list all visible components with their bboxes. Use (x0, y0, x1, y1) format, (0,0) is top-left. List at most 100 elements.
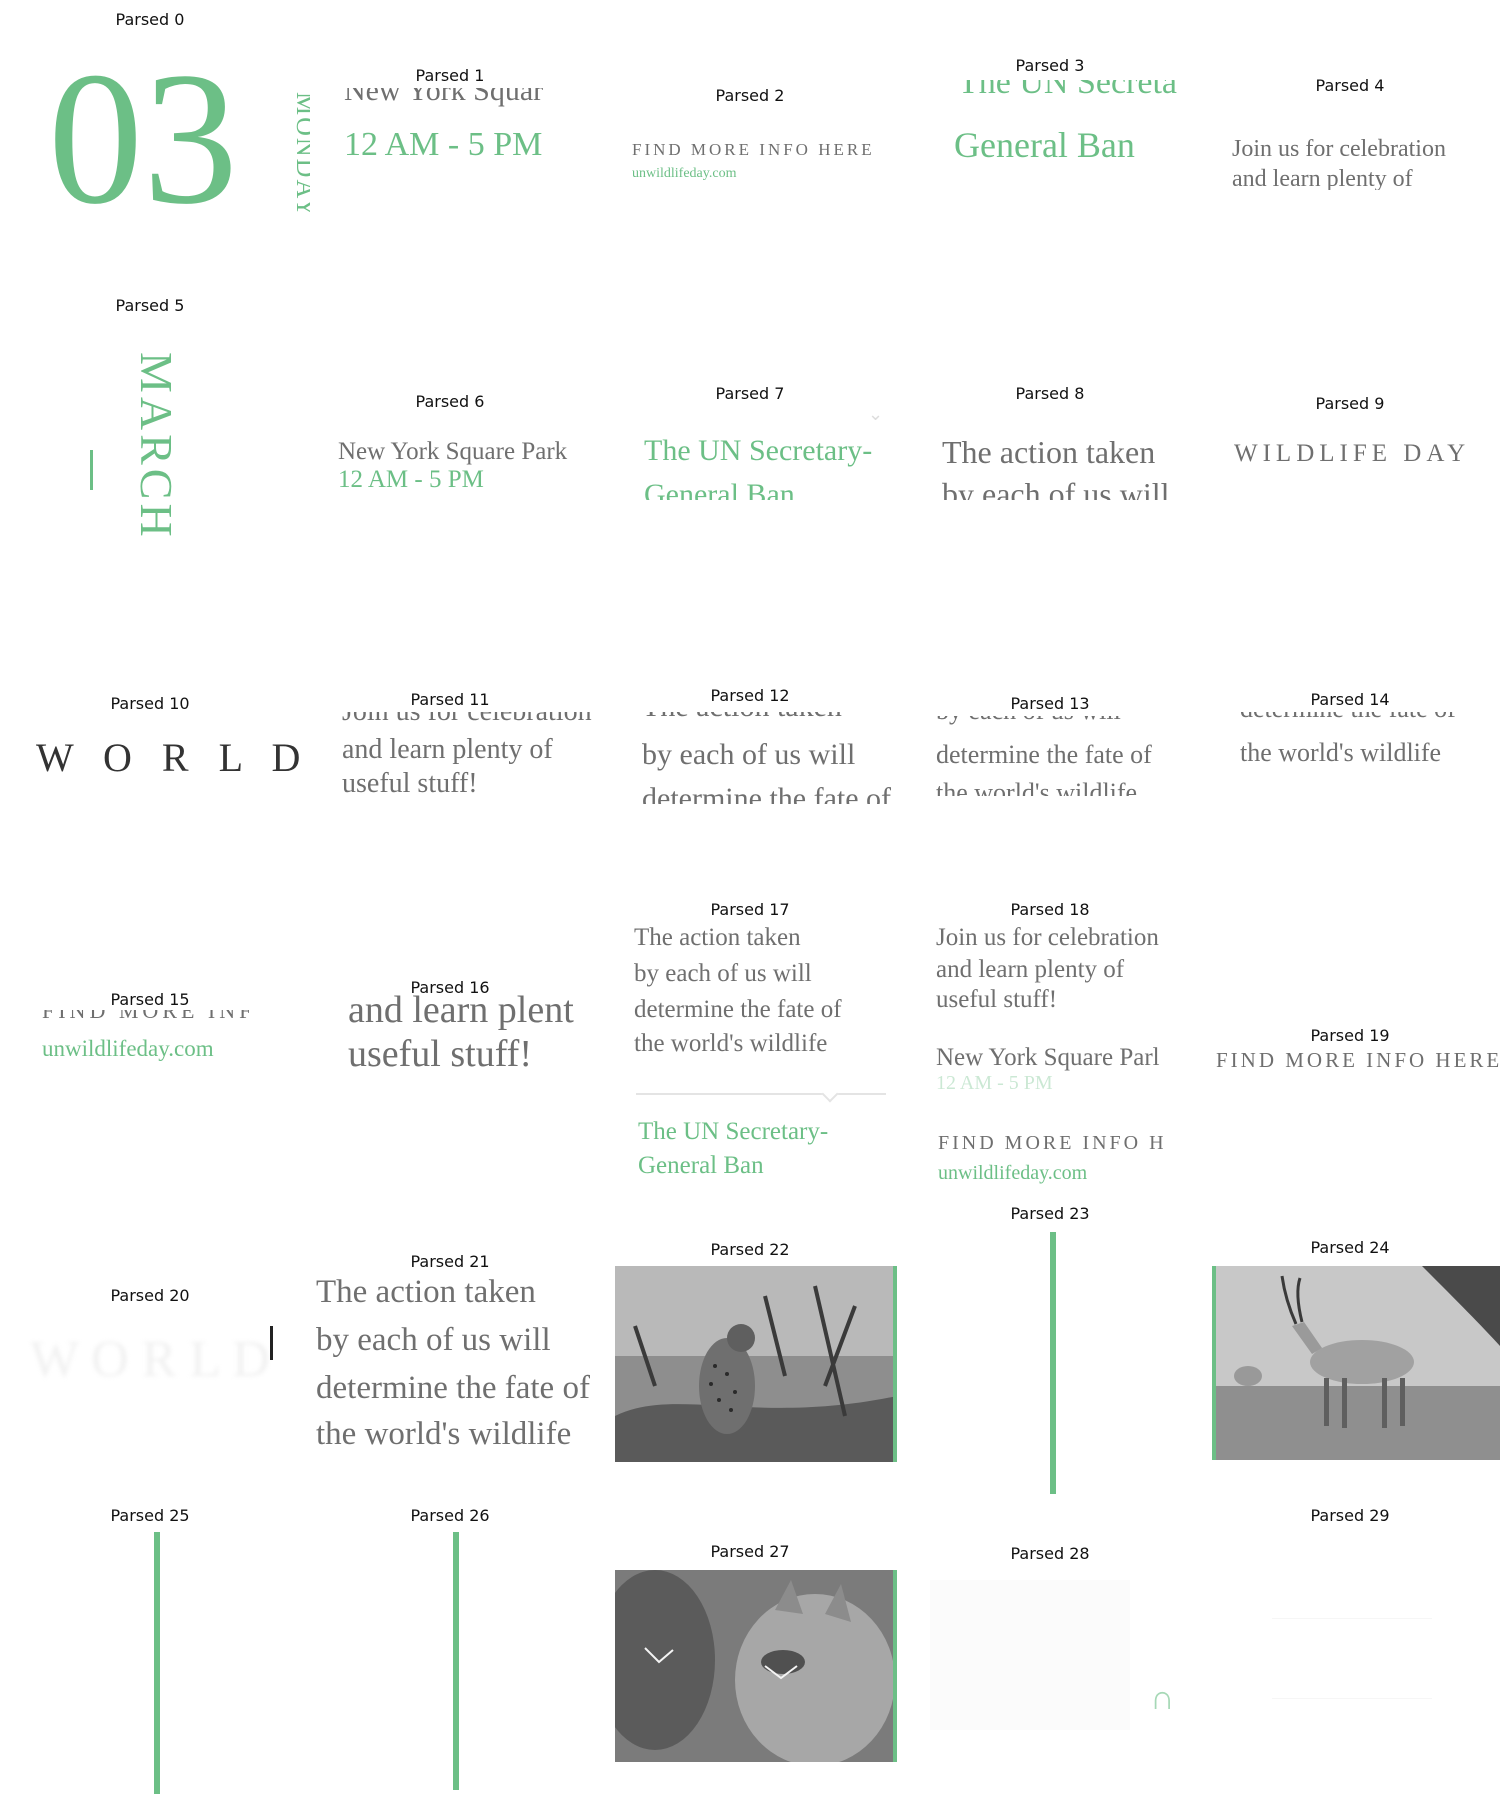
crop-20: W O R L D (20, 1310, 310, 1420)
crop-11: Join us for celebration and learn plenty… (330, 712, 600, 808)
url-text[interactable]: unwildlifeday.com (632, 166, 736, 180)
faint-row (1272, 1540, 1432, 1619)
faint-icon: ∩ (1150, 1680, 1175, 1717)
un-title-line1: The UN Secretary- (638, 1118, 829, 1145)
action-line-4: the world's wildlife (316, 1416, 572, 1452)
join-line-1: Join us for celebration (342, 712, 592, 728)
label-6: Parsed 6 (415, 392, 485, 411)
crop-2: FIND MORE INFO HERE unwildlifeday.com (620, 138, 910, 180)
label-7: Parsed 7 (715, 384, 785, 403)
url-text[interactable]: unwildlifeday.com (42, 1036, 214, 1062)
label-3: Parsed 3 (1015, 56, 1085, 75)
crop-0: 03 MONDAY (40, 44, 310, 244)
un-title-line2: General Ban (638, 1152, 764, 1179)
faint-row (1272, 1700, 1432, 1778)
label-23: Parsed 23 (1010, 1204, 1090, 1223)
join-line-1: Join us for celebration (1232, 136, 1446, 162)
action-line-1: The action taken (642, 712, 842, 724)
crop-19: FIND MORE INFO HERE (1210, 1046, 1500, 1078)
day-number: 03 (48, 44, 238, 244)
label-8: Parsed 8 (1015, 384, 1085, 403)
label-10: Parsed 10 (110, 694, 190, 713)
label-22: Parsed 22 (710, 1240, 790, 1259)
time-text: 12 AM - 5 PM (344, 126, 543, 163)
join-line-2: and learn plenty of (936, 956, 1125, 983)
label-26: Parsed 26 (410, 1506, 490, 1525)
weekday-vertical: MONDAY (291, 92, 310, 219)
action-line-2: by each of us will (942, 476, 1170, 500)
un-title-line2: General Ban (954, 125, 1135, 165)
action-line-2: by each of us will (936, 716, 1121, 726)
label-27: Parsed 27 (710, 1542, 790, 1561)
faint-text: W O R L D (30, 1331, 270, 1388)
find-more-text: FIND MORE INFO H (938, 1132, 1167, 1154)
crop-9: WILDLIFE DAY (1230, 436, 1500, 476)
accent-vertical-line (1050, 1232, 1056, 1494)
impala-photo (1212, 1266, 1500, 1460)
label-28: Parsed 28 (1010, 1544, 1090, 1563)
accent-vertical-line (154, 1532, 160, 1794)
action-line-4: the world's wildlife (634, 1030, 828, 1057)
wildlife-day-text: WILDLIFE DAY (1234, 440, 1471, 467)
find-more-text: FIND MORE INFO HERE (632, 140, 875, 159)
divider (636, 1093, 886, 1095)
crop-10: W O R L D (20, 728, 310, 788)
crop-29 (1272, 1540, 1432, 1780)
label-9: Parsed 9 (1315, 394, 1385, 413)
label-29: Parsed 29 (1310, 1506, 1390, 1525)
faint-block (930, 1580, 1130, 1730)
url-text[interactable]: unwildlifeday.com (938, 1162, 1087, 1185)
crop-21: The action taken by each of us will dete… (310, 1270, 610, 1460)
action-line-2: by each of us will (316, 1322, 551, 1358)
label-13: Parsed 13 (1010, 694, 1090, 713)
join-line-3: useful stuff! (936, 986, 1058, 1013)
action-line-4: the world's wildlife (936, 778, 1138, 796)
un-title-cut: The UN Secreta (958, 80, 1178, 101)
join-line-3: useful stuff! (348, 1033, 532, 1075)
crop-14: determine the fate of the world's wildli… (1230, 712, 1500, 792)
crop-5: MARCH (80, 340, 200, 570)
cheetah-photo (615, 1266, 897, 1462)
label-4: Parsed 4 (1315, 76, 1385, 95)
crop-1: New York Squar 12 AM - 5 PM (330, 88, 600, 178)
wolves-photo (615, 1570, 897, 1762)
un-title-line2: General Ban (644, 478, 795, 500)
accent-vertical-line (453, 1532, 459, 1790)
crop-6: New York Square Park 12 AM - 5 PM (330, 434, 600, 492)
chevron-down-icon[interactable]: ⌄ (868, 404, 883, 425)
join-line-3: useful stuff! (342, 768, 478, 799)
label-15: Parsed 15 (110, 990, 190, 1009)
join-line-2: and learn plenty of (1232, 166, 1413, 190)
label-18: Parsed 18 (1010, 900, 1090, 919)
accent-bar (90, 450, 93, 490)
crop-7: ⌄ The UN Secretary- General Ban (630, 404, 900, 500)
label-17: Parsed 17 (710, 900, 790, 919)
location-text: New York Square Park (338, 438, 568, 465)
label-21: Parsed 21 (410, 1252, 490, 1271)
location-text: New York Squar (344, 88, 544, 107)
cursor-bar (270, 1326, 273, 1360)
action-line-3: determine the fate of (634, 996, 842, 1023)
crop-28: ∩ (930, 1580, 1190, 1740)
crop-13: by each of us will determine the fate of… (930, 716, 1200, 796)
label-2: Parsed 2 (715, 86, 785, 105)
un-title-line1: The UN Secretary- (644, 434, 873, 467)
crop-18: Join us for celebration and learn plenty… (930, 920, 1200, 1190)
label-5: Parsed 5 (115, 296, 185, 315)
crop-16: and learn plent useful stuff! (330, 994, 600, 1080)
label-0: Parsed 0 (115, 10, 185, 29)
faint-row (1272, 1620, 1432, 1699)
action-line-1: The action taken (316, 1274, 536, 1310)
label-12: Parsed 12 (710, 686, 790, 705)
action-line-1: The action taken (634, 924, 801, 951)
action-line-3: determine the fate of (642, 782, 892, 804)
crop-8: The action taken by each of us will (930, 430, 1200, 500)
label-20: Parsed 20 (110, 1286, 190, 1305)
crop-12: The action taken by each of us will dete… (630, 712, 900, 804)
month-text: MARCH (131, 352, 182, 541)
label-14: Parsed 14 (1310, 690, 1390, 709)
label-25: Parsed 25 (110, 1506, 190, 1525)
action-line-1: The action taken (942, 434, 1156, 470)
label-1: Parsed 1 (415, 66, 485, 85)
label-11: Parsed 11 (410, 690, 490, 709)
